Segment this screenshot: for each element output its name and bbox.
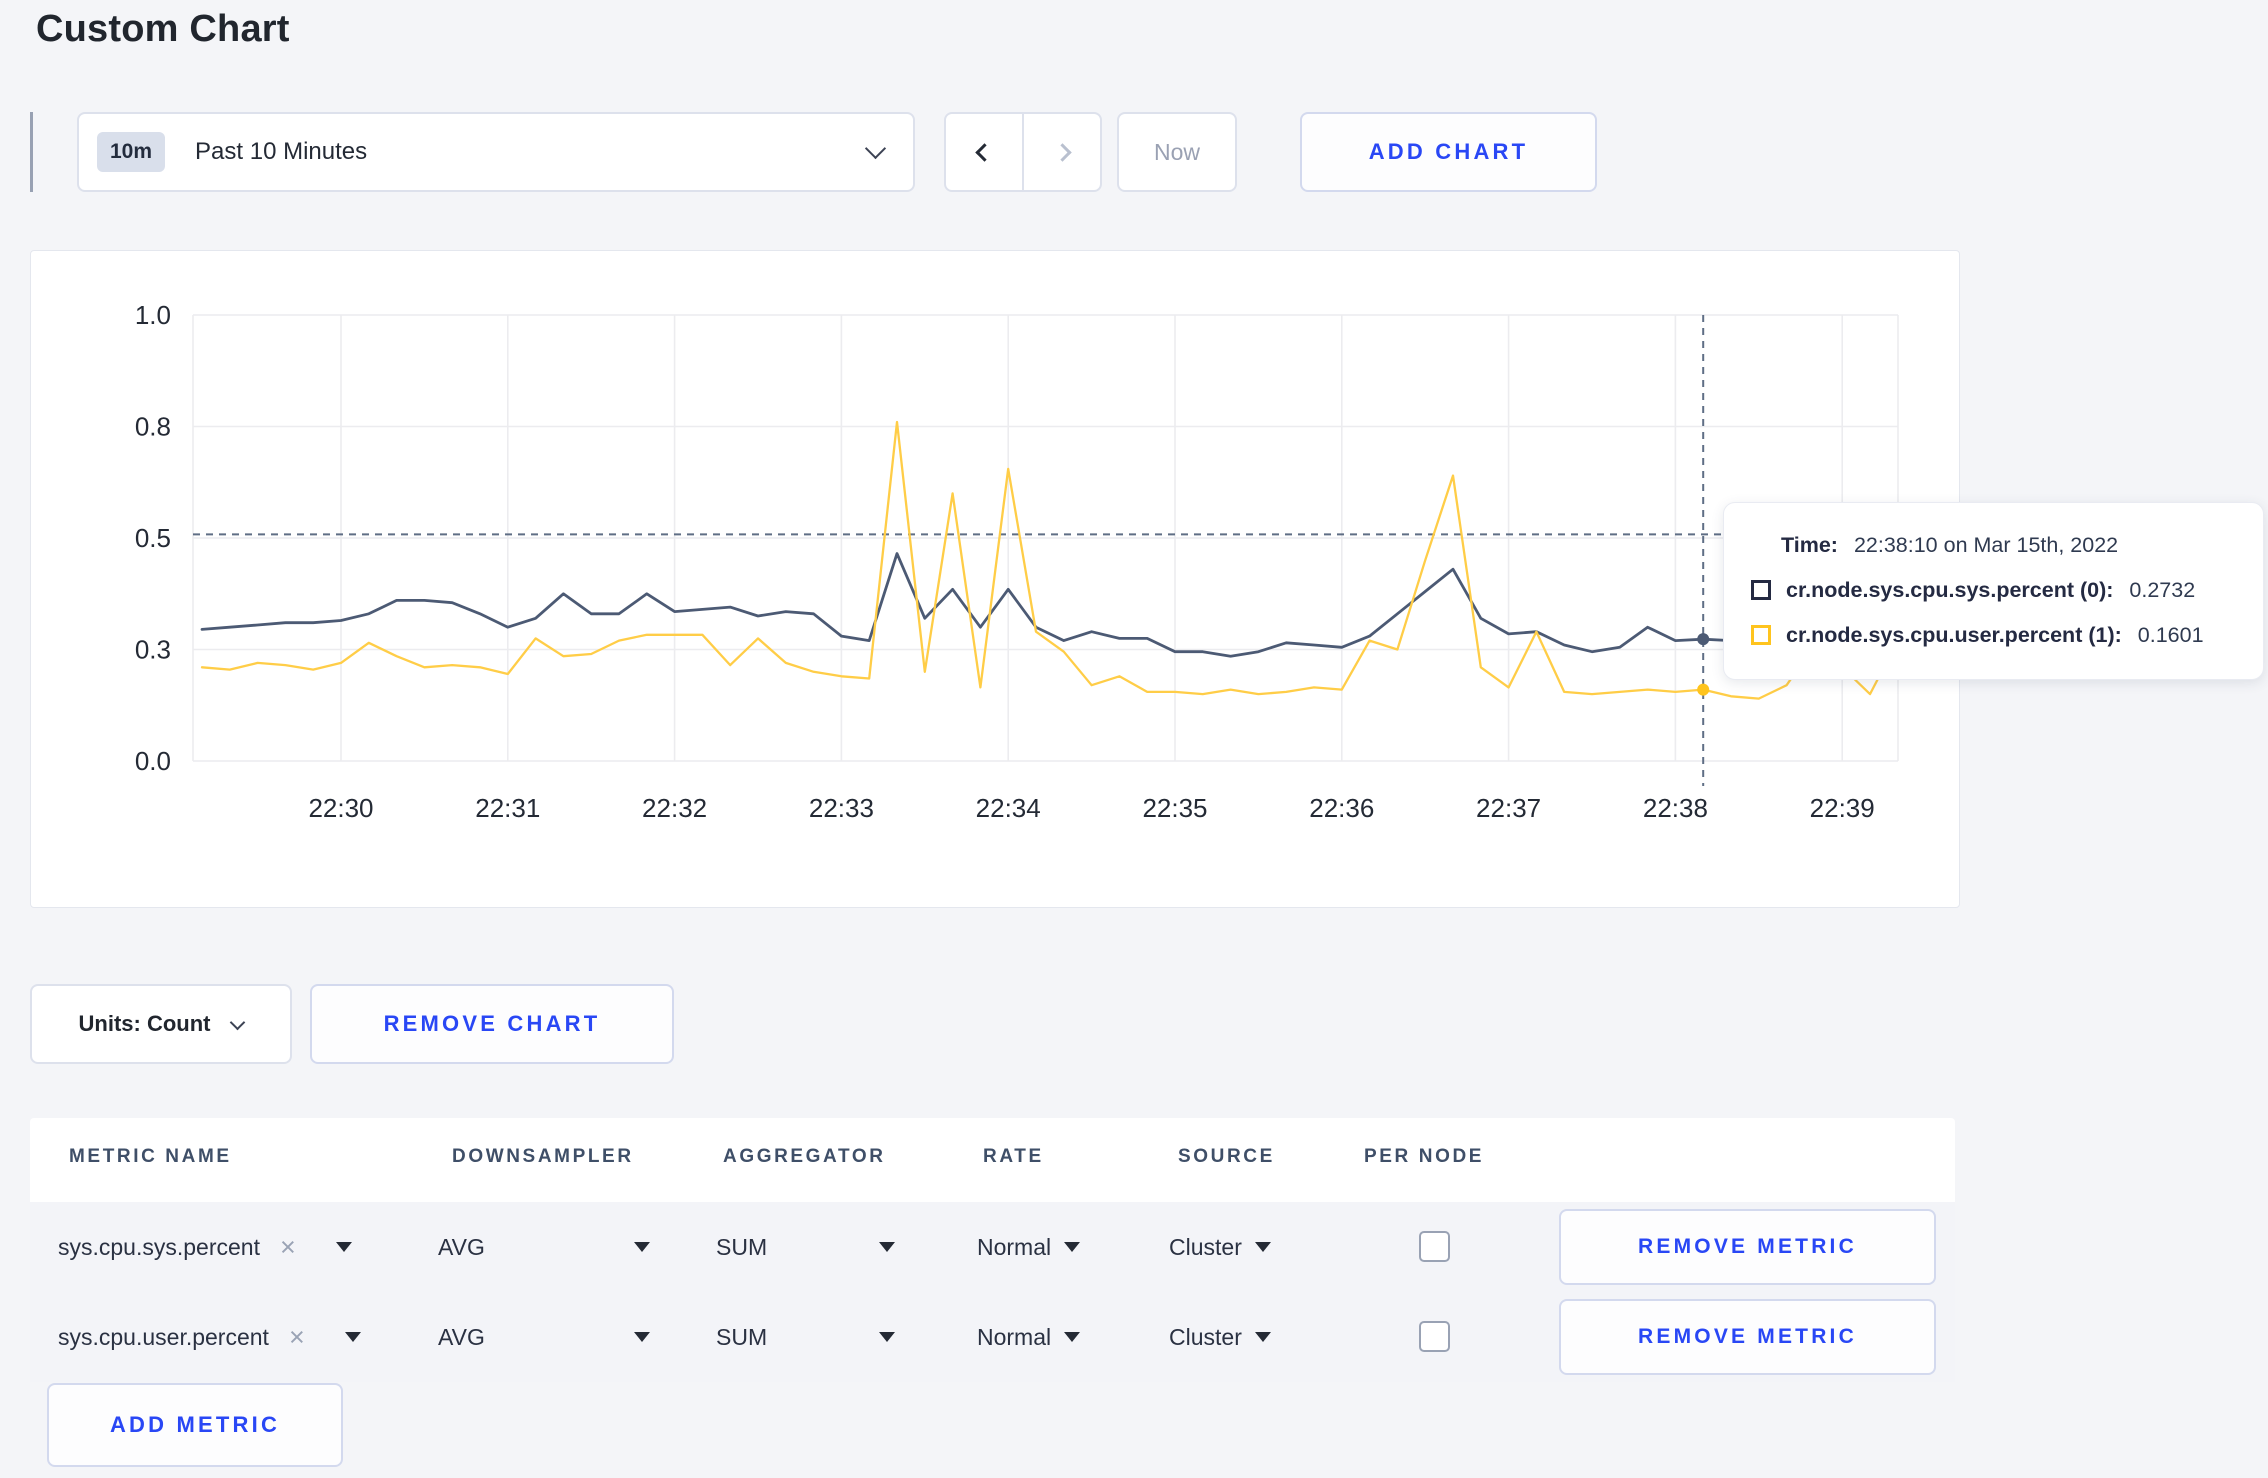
dropdown-caret-icon: [335, 1242, 352, 1252]
series-line-1: [200, 420, 1899, 700]
x-axis-tick-label: 22:36: [1309, 793, 1374, 823]
dropdown-caret-icon: [634, 1332, 650, 1342]
series-swatch-icon: [1751, 625, 1771, 645]
dropdown-caret-icon: [1254, 1332, 1271, 1342]
column-header-downsampler: DOWNSAMPLER: [452, 1146, 634, 1167]
source-value: Cluster: [1169, 1233, 1242, 1260]
dropdown-caret-icon: [1254, 1242, 1271, 1252]
x-axis-tick-label: 22:37: [1476, 793, 1541, 823]
time-range-label: Past 10 Minutes: [195, 138, 368, 165]
tooltip-series-value: 0.2732: [2129, 577, 2196, 602]
x-axis-tick-label: 22:31: [475, 793, 540, 823]
metric-row: sys.cpu.user.percent × AVG SUM Normal Cluster…: [30, 1292, 1955, 1382]
downsampler-select[interactable]: AVG: [438, 1202, 650, 1292]
chevron-left-icon: [974, 142, 994, 162]
add-chart-button[interactable]: ADD CHART: [1300, 112, 1597, 192]
time-range-select[interactable]: 10m Past 10 Minutes: [77, 112, 915, 192]
dropdown-caret-icon: [879, 1332, 895, 1342]
metric-name-select[interactable]: sys.cpu.user.percent ×: [58, 1292, 361, 1382]
downsampler-value: AVG: [438, 1323, 485, 1350]
tooltip-time-label: Time:: [1781, 532, 1838, 557]
metrics-table-header: METRIC NAME DOWNSAMPLER AGGREGATOR RATE SOUR…: [30, 1118, 1955, 1202]
chart-card: 0.0 0.3 0.5 0.8 1.0 22:30 22:31 22:32 22:33 22:34…: [30, 250, 1960, 908]
tooltip-series-value: 0.1601: [2137, 622, 2204, 647]
toolbar-divider: [30, 112, 33, 192]
column-header-metric-name: METRIC NAME: [69, 1146, 232, 1167]
x-axis-tick-label: 22:30: [308, 793, 373, 823]
downsampler-value: AVG: [438, 1233, 485, 1260]
units-label: Units: Count: [78, 1011, 211, 1036]
time-range-badge: 10m: [97, 132, 166, 172]
time-nav-group: [944, 112, 1102, 192]
aggregator-value: SUM: [716, 1233, 768, 1260]
units-select[interactable]: Units: Count: [30, 984, 292, 1064]
tooltip-series-row: cr.node.sys.cpu.user.percent (1): 0.1601: [1724, 617, 2263, 653]
remove-chart-button[interactable]: REMOVE CHART: [310, 984, 674, 1064]
aggregator-select[interactable]: SUM: [716, 1202, 895, 1292]
x-axis-tick-label: 22:35: [1142, 793, 1207, 823]
now-button[interactable]: Now: [1117, 112, 1237, 192]
custom-chart-page: Custom Chart 10m Past 10 Minutes Now ADD…: [0, 0, 2268, 1478]
aggregator-value: SUM: [716, 1323, 768, 1350]
dropdown-caret-icon: [1064, 1332, 1081, 1342]
dropdown-caret-icon: [344, 1332, 361, 1342]
dropdown-caret-icon: [879, 1242, 895, 1252]
rate-select[interactable]: Normal: [977, 1292, 1081, 1382]
column-header-source: SOURCE: [1178, 1146, 1275, 1167]
y-axis-tick-label: 0.5: [135, 523, 171, 553]
hover-dot-1: [1697, 683, 1710, 696]
timeseries-chart[interactable]: 0.0 0.3 0.5 0.8 1.0 22:30 22:31 22:32 22:33 22:34…: [31, 251, 1961, 906]
y-axis-tick-label: 0.3: [135, 635, 171, 665]
rate-value: Normal: [977, 1323, 1052, 1350]
source-select[interactable]: Cluster: [1169, 1292, 1271, 1382]
metric-name: sys.cpu.user.percent: [58, 1323, 269, 1350]
chart-tooltip: Time: 22:38:10 on Mar 15th, 2022 cr.node…: [1723, 502, 2264, 680]
hover-dot-0: [1697, 633, 1710, 646]
aggregator-select[interactable]: SUM: [716, 1292, 895, 1382]
clear-metric-icon[interactable]: ×: [280, 1233, 296, 1261]
x-axis-tick-label: 22:33: [809, 793, 874, 823]
per-node-checkbox[interactable]: [1419, 1231, 1450, 1262]
y-axis-tick-label: 0.8: [135, 412, 171, 442]
chevron-right-icon: [1052, 142, 1072, 162]
metrics-table-rows: sys.cpu.sys.percent × AVG SUM Normal Cluster R…: [30, 1202, 1955, 1382]
dropdown-caret-icon: [1064, 1242, 1081, 1252]
remove-metric-button[interactable]: REMOVE METRIC: [1559, 1209, 1936, 1285]
y-axis-tick-label: 1.0: [135, 300, 171, 330]
tooltip-series-label: cr.node.sys.cpu.user.percent (1):: [1786, 622, 2122, 647]
source-select[interactable]: Cluster: [1169, 1202, 1271, 1292]
chevron-down-icon: [864, 137, 887, 159]
tooltip-series-row: cr.node.sys.cpu.sys.percent (0): 0.2732: [1724, 572, 2263, 608]
column-header-per-node: PER NODE: [1364, 1146, 1485, 1167]
add-metric-button[interactable]: ADD METRIC: [47, 1383, 343, 1467]
column-header-rate: RATE: [983, 1146, 1044, 1167]
dropdown-caret-icon: [634, 1242, 650, 1252]
rate-select[interactable]: Normal: [977, 1202, 1081, 1292]
metric-name: sys.cpu.sys.percent: [58, 1233, 260, 1260]
x-axis-tick-label: 22:34: [976, 793, 1041, 823]
chevron-down-icon: [230, 1014, 246, 1030]
metric-name-select[interactable]: sys.cpu.sys.percent ×: [58, 1202, 352, 1292]
source-value: Cluster: [1169, 1323, 1242, 1350]
next-time-button[interactable]: [1022, 114, 1100, 190]
y-axis-tick-label: 0.0: [135, 746, 171, 776]
page-title: Custom Chart: [36, 8, 290, 50]
tooltip-series-label: cr.node.sys.cpu.sys.percent (0):: [1786, 577, 2114, 602]
metric-row: sys.cpu.sys.percent × AVG SUM Normal Cluster R…: [30, 1202, 1955, 1292]
metrics-table: METRIC NAME DOWNSAMPLER AGGREGATOR RATE SOUR…: [30, 1118, 1955, 1382]
tooltip-time-row: Time: 22:38:10 on Mar 15th, 2022: [1724, 527, 2263, 563]
x-axis-tick-label: 22:39: [1810, 793, 1875, 823]
per-node-checkbox[interactable]: [1419, 1321, 1450, 1352]
series-swatch-icon: [1751, 580, 1771, 600]
rate-value: Normal: [977, 1233, 1052, 1260]
clear-metric-icon[interactable]: ×: [289, 1323, 305, 1351]
column-header-aggregator: AGGREGATOR: [723, 1146, 886, 1167]
x-axis-tick-label: 22:32: [642, 793, 707, 823]
prev-time-button[interactable]: [946, 114, 1022, 190]
x-axis-tick-label: 22:38: [1643, 793, 1708, 823]
remove-metric-button[interactable]: REMOVE METRIC: [1559, 1299, 1936, 1375]
downsampler-select[interactable]: AVG: [438, 1292, 650, 1382]
tooltip-time-value: 22:38:10 on Mar 15th, 2022: [1853, 532, 2119, 557]
